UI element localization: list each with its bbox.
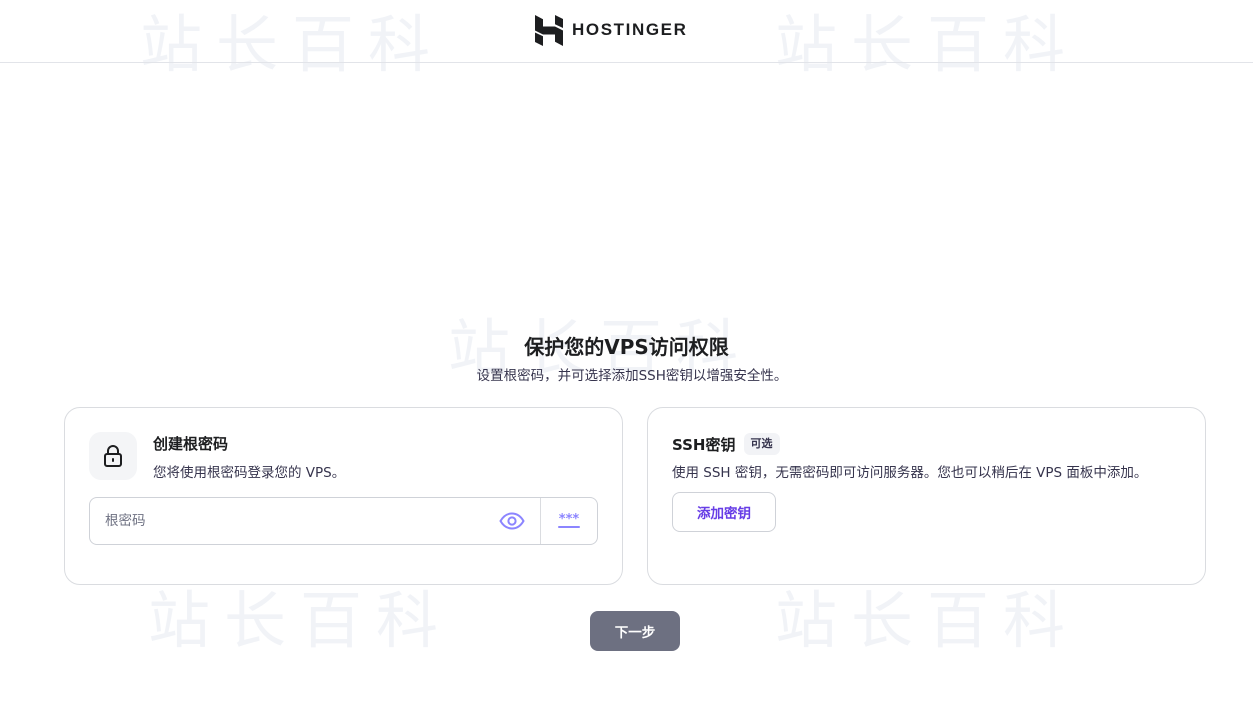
toggle-password-visibility-button[interactable] — [484, 498, 540, 544]
lock-icon — [104, 445, 122, 467]
ssh-key-title-row: SSH密钥 可选 — [672, 433, 780, 455]
ssh-key-card: SSH密钥 可选 使用 SSH 密钥，无需密码即可访问服务器。您也可以稍后在 V… — [647, 407, 1206, 585]
ssh-key-description: 使用 SSH 密钥，无需密码即可访问服务器。您也可以稍后在 VPS 面板中添加。 — [672, 465, 1148, 481]
optional-badge: 可选 — [743, 433, 780, 455]
root-password-field: *** — [89, 497, 598, 545]
lock-icon-container — [89, 432, 137, 480]
password-dots-icon: *** — [558, 512, 580, 528]
page-title: 保护您的VPS访问权限 — [524, 335, 729, 359]
add-ssh-key-button[interactable]: 添加密钥 — [672, 492, 776, 532]
next-step-button[interactable]: 下一步 — [590, 611, 680, 651]
brand-logo-link[interactable]: HOSTINGER — [535, 14, 687, 46]
top-header: HOSTINGER — [0, 0, 1253, 63]
root-password-input[interactable] — [90, 498, 484, 544]
hostinger-logo-icon — [535, 14, 563, 46]
brand-name: HOSTINGER — [572, 20, 688, 39]
page-subtitle: 设置根密码，并可选择添加SSH密钥以增强安全性。 — [476, 368, 788, 384]
vps-setup-page: 站长百科 站长百科 站长百科 站长百科 站长百科 HOSTINGER 保护您的V… — [0, 0, 1253, 702]
root-password-title: 创建根密码 — [153, 435, 229, 453]
ssh-key-title: SSH密钥 — [672, 435, 736, 454]
root-password-description: 您将使用根密码登录您的 VPS。 — [153, 465, 346, 481]
root-password-card: 创建根密码 您将使用根密码登录您的 VPS。 *** — [64, 407, 623, 585]
generate-password-button[interactable]: *** — [540, 498, 597, 544]
eye-icon — [499, 512, 525, 530]
svg-text:***: *** — [559, 512, 580, 527]
